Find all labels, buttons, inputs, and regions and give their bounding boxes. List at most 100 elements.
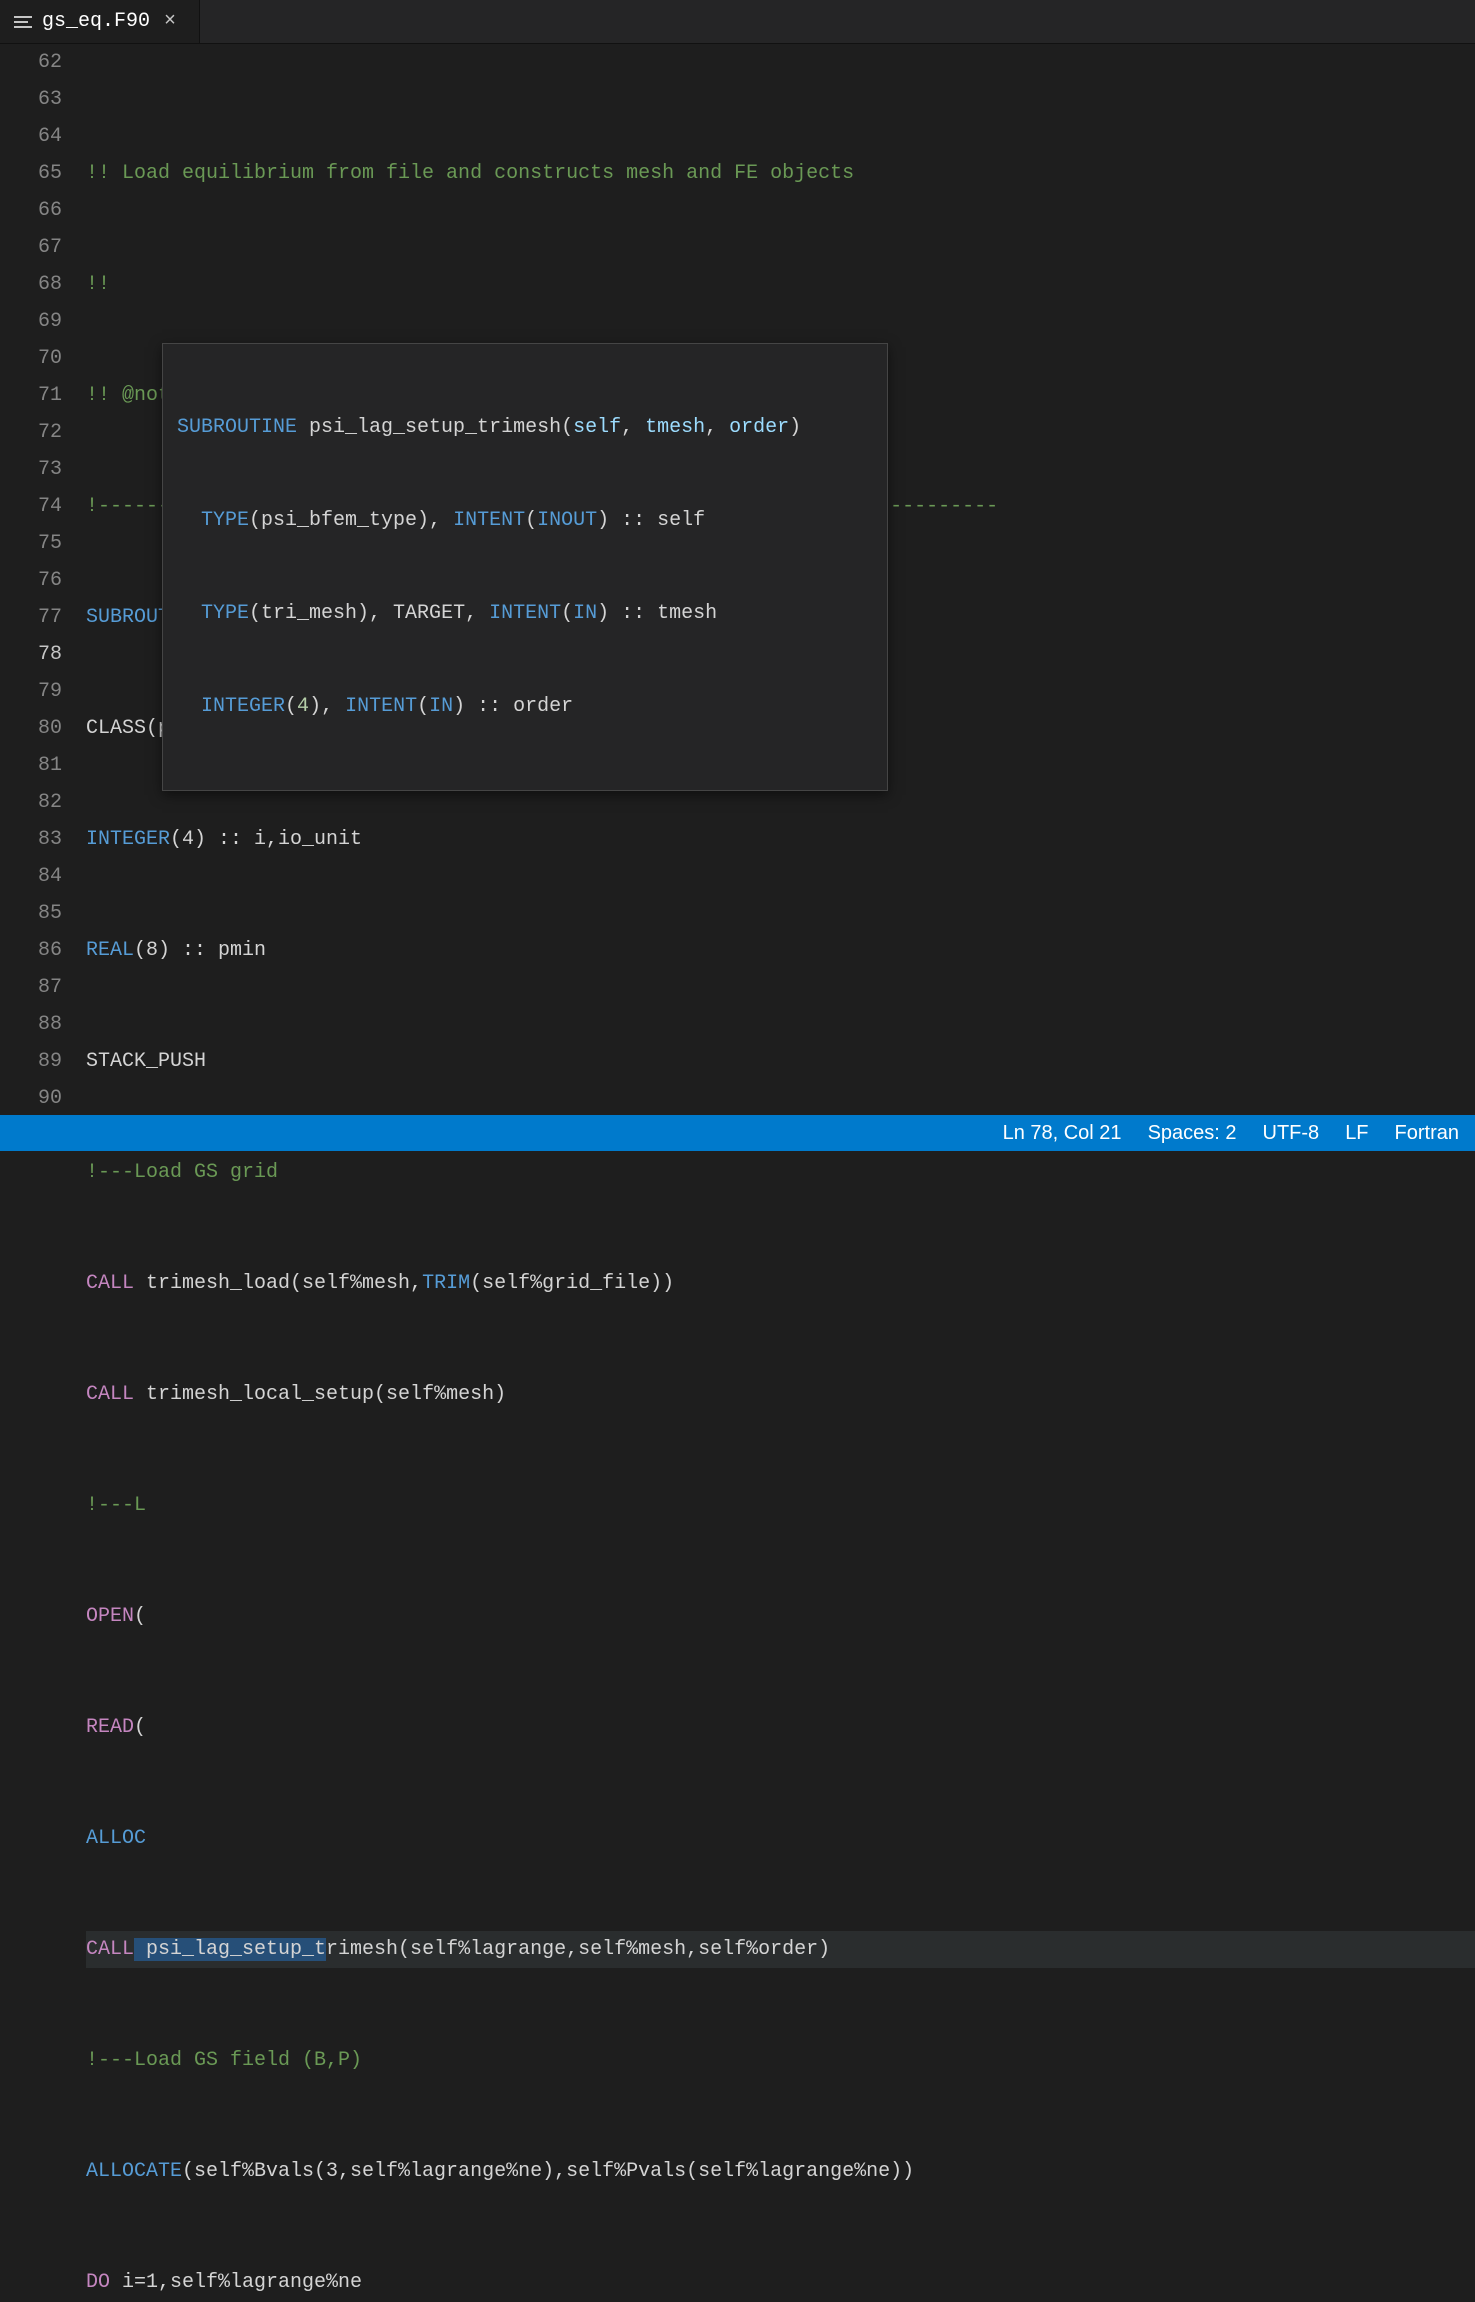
code: ( [561,602,573,625]
tab-gs-eq[interactable]: gs_eq.F90 × [0,0,200,43]
comment: !---Load GS grid [86,1161,278,1184]
code: psi_lag_setup_trimesh( [297,416,573,439]
code: (self%grid_file)) [470,1272,674,1295]
close-icon[interactable]: × [164,12,176,32]
param: order [729,416,789,439]
code: STACK_PUSH [86,1050,206,1073]
keyword: INTENT [345,695,417,718]
line-number: 88 [0,1006,62,1043]
comment: !! [86,273,110,296]
line-number: 78 [0,636,62,673]
keyword: ALLOC [86,1827,146,1850]
signature-help-tooltip: SUBROUTINE psi_lag_setup_trimesh(self, t… [162,343,888,791]
editor[interactable]: 6263646566676869707172737475767778798081… [0,44,1475,1115]
code: (self%Bvals(3,self%lagrange%ne),self%Pva… [182,2160,914,2183]
indent [177,695,201,718]
func: TRIM [422,1272,470,1295]
line-number: 89 [0,1043,62,1080]
comment: !---L [86,1494,146,1517]
code: ( [417,695,429,718]
code: ) [789,416,801,439]
status-indent[interactable]: Spaces: 2 [1148,1122,1237,1145]
code: (4) :: i,io_unit [170,828,362,851]
line-number: 65 [0,155,62,192]
line-number: 68 [0,266,62,303]
keyword: SUBROUTINE [177,416,297,439]
status-language[interactable]: Fortran [1395,1122,1459,1145]
line-number: 86 [0,932,62,969]
line-number: 77 [0,599,62,636]
keyword: INOUT [537,509,597,532]
line-number: 74 [0,488,62,525]
line-number: 87 [0,969,62,1006]
tab-filename: gs_eq.F90 [42,10,150,33]
line-number-gutter: 6263646566676869707172737475767778798081… [0,44,86,1115]
code: trimesh_load(self%mesh, [134,1272,422,1295]
line-number: 80 [0,710,62,747]
indent [177,509,201,532]
keyword: CALL [86,1938,134,1961]
active-line[interactable]: CALL psi_lag_setup_trimesh(self%lagrange… [86,1931,1475,1968]
number: 4 [297,695,309,718]
indent [177,602,201,625]
line-number: 73 [0,451,62,488]
type: INTEGER [86,828,170,851]
keyword: READ [86,1716,134,1739]
code: ( [525,509,537,532]
code: , [621,416,645,439]
status-eol[interactable]: LF [1345,1122,1368,1145]
status-cursor-position[interactable]: Ln 78, Col 21 [1003,1122,1122,1145]
line-number: 75 [0,525,62,562]
comment: !! Load equilibrium from file and constr… [86,162,854,185]
type: TYPE [201,509,249,532]
code: ), [309,695,345,718]
line-number: 63 [0,81,62,118]
status-encoding[interactable]: UTF-8 [1263,1122,1320,1145]
type: INTEGER [201,695,285,718]
line-number: 76 [0,562,62,599]
keyword: DO [86,2271,110,2294]
status-bar: Ln 78, Col 21 Spaces: 2 UTF-8 LF Fortran [0,1115,1475,1151]
line-number: 81 [0,747,62,784]
code: ( [134,1605,146,1628]
selection: psi_lag_setup_t [134,1938,326,1961]
keyword: INTENT [453,509,525,532]
line-number: 69 [0,303,62,340]
line-number: 83 [0,821,62,858]
line-number: 71 [0,377,62,414]
line-number: 66 [0,192,62,229]
code: ) :: tmesh [597,602,717,625]
code: (tri_mesh), TARGET, [249,602,489,625]
line-number: 62 [0,44,62,81]
code: ( [134,1716,146,1739]
code: ) :: order [453,695,573,718]
line-number: 82 [0,784,62,821]
keyword: CALL [86,1383,134,1406]
keyword: OPEN [86,1605,134,1628]
type: REAL [86,939,134,962]
code: (psi_bfem_type), [249,509,453,532]
code: ) :: self [597,509,705,532]
line-number: 79 [0,673,62,710]
line-number: 85 [0,895,62,932]
keyword: IN [573,602,597,625]
line-number: 70 [0,340,62,377]
code-area[interactable]: !! Load equilibrium from file and constr… [86,44,1475,1115]
tab-bar: gs_eq.F90 × [0,0,1475,44]
code: , [705,416,729,439]
keyword: CALL [86,1272,134,1295]
line-number: 90 [0,1080,62,1117]
code: ( [285,695,297,718]
code: i=1,self%lagrange%ne [110,2271,362,2294]
line-number: 67 [0,229,62,266]
type: TYPE [201,602,249,625]
line-number: 84 [0,858,62,895]
line-number: 72 [0,414,62,451]
code: (8) :: pmin [134,939,266,962]
keyword: INTENT [489,602,561,625]
file-lines-icon [14,15,32,29]
param: tmesh [645,416,705,439]
param: self [573,416,621,439]
keyword: IN [429,695,453,718]
line-number: 64 [0,118,62,155]
